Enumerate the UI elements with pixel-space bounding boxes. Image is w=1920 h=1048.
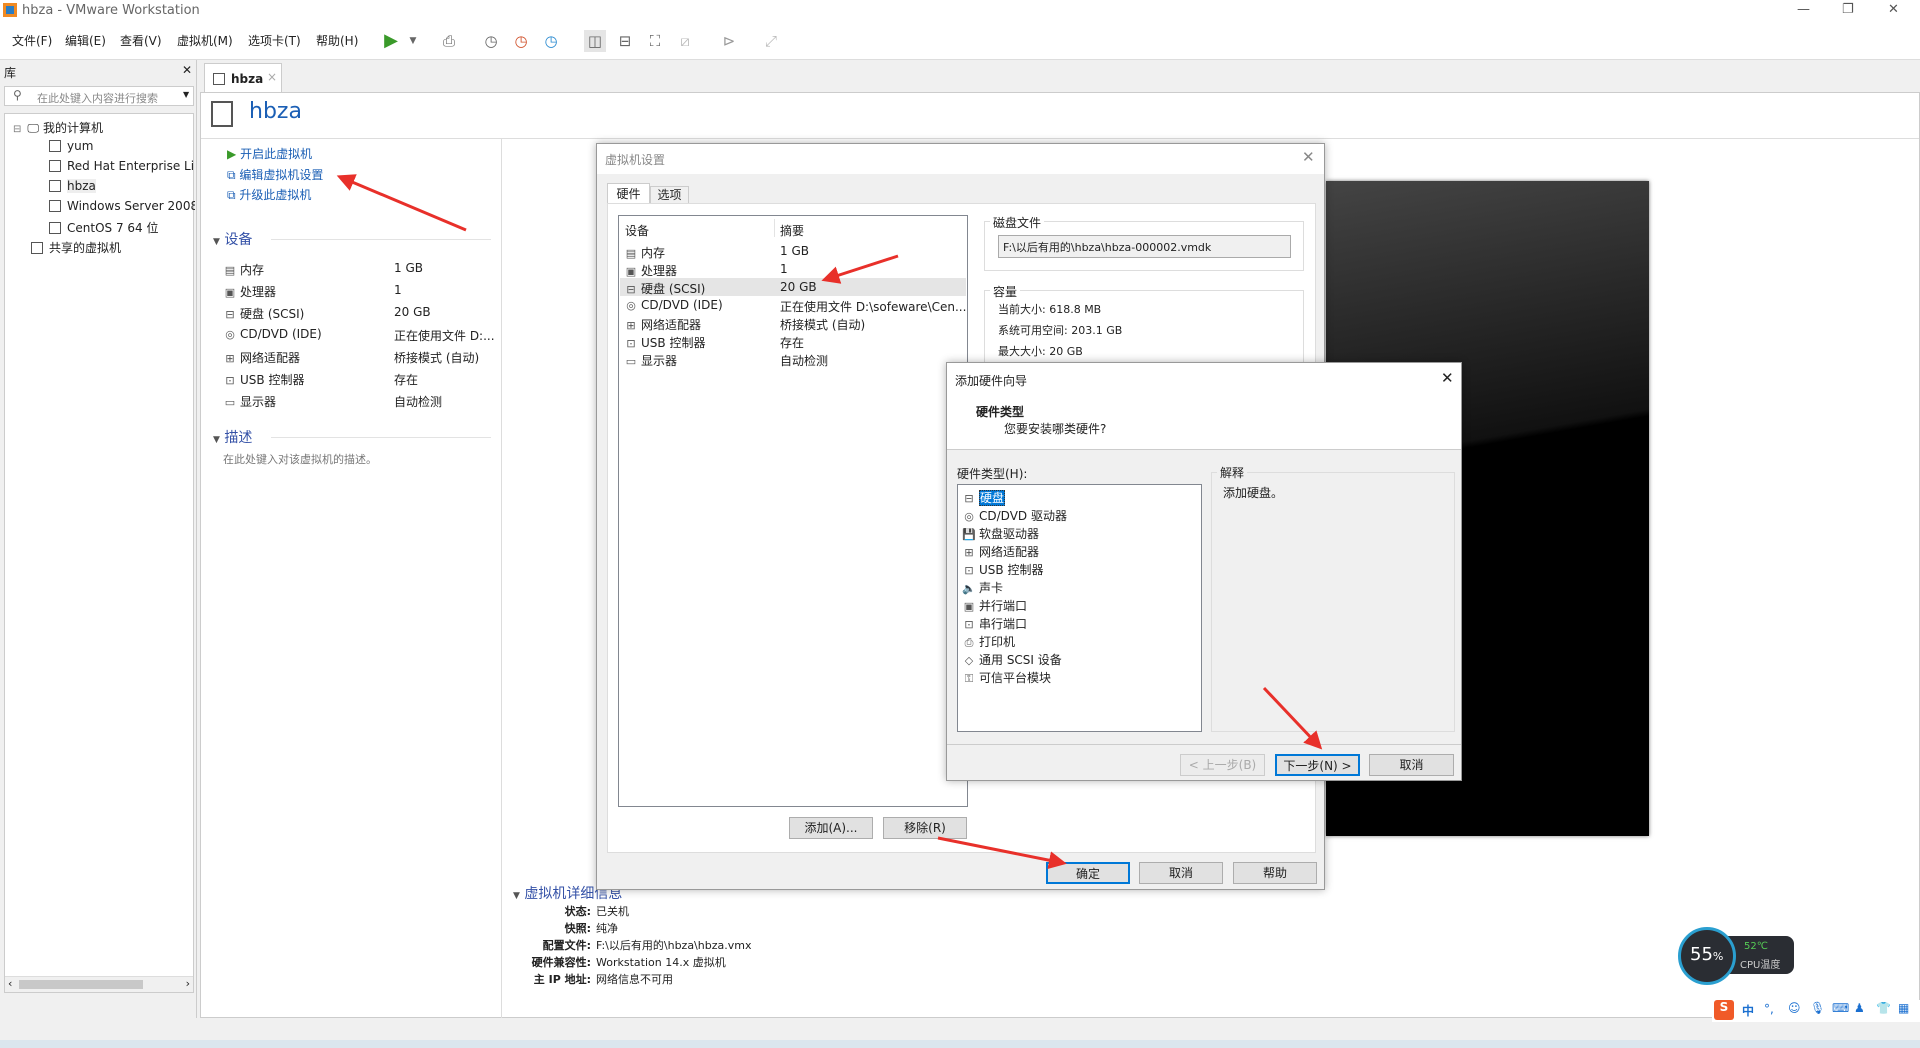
arrow-annotation <box>821 254 899 284</box>
ime-punct: °, <box>1764 1002 1774 1016</box>
mic-icon: 🎙 <box>1810 1001 1826 1015</box>
taskbar <box>0 1040 1920 1048</box>
arrow-annotation <box>336 174 467 232</box>
ime-toolbar[interactable]: S 中 °, ☺ 🎙 ⌨ ♟ 👕 ▦ <box>1712 1000 1920 1022</box>
cpu-temp-label: CPU温度 <box>1740 960 1781 971</box>
keyboard-icon: ⌨ <box>1832 1001 1850 1015</box>
sogou-logo-icon: S <box>1714 1000 1734 1020</box>
arrow-annotation <box>937 836 1067 870</box>
cpu-temp: 52℃ <box>1744 941 1768 952</box>
cpu-load: 55% <box>1690 944 1724 965</box>
annotation-arrows <box>336 174 1323 870</box>
emoji-icon: ☺ <box>1788 1001 1801 1015</box>
cpu-widget[interactable]: 55% 52℃ CPU温度 <box>1678 927 1794 985</box>
arrow-annotation <box>1262 686 1323 750</box>
toolbox-icon: ▦ <box>1898 1001 1910 1015</box>
skin-icon: 👕 <box>1876 1001 1891 1015</box>
user-icon: ♟ <box>1854 1001 1865 1015</box>
ime-lang: 中 <box>1742 1004 1755 1018</box>
